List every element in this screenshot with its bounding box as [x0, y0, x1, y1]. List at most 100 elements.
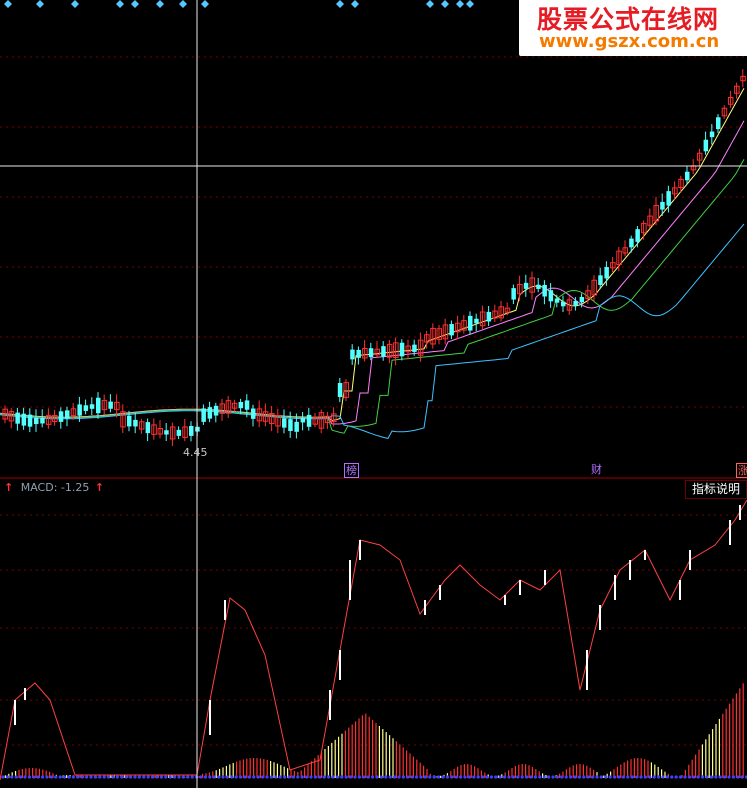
baseline-dot — [542, 775, 546, 779]
candle-body — [108, 401, 113, 409]
baseline-dot — [155, 775, 159, 779]
indicator-help-button[interactable]: 指标说明 — [684, 480, 747, 499]
baseline-dot — [674, 775, 678, 779]
diamond-marker — [201, 0, 209, 8]
diamond-marker — [441, 0, 449, 8]
arrow-up-icon: ↑ — [94, 481, 105, 494]
baseline-dot — [714, 775, 718, 779]
candle-body — [282, 418, 287, 428]
baseline-dot — [133, 775, 137, 779]
baseline-dot — [36, 775, 40, 779]
baseline-dot — [630, 775, 634, 779]
candle-body — [133, 419, 138, 427]
baseline-dot — [516, 775, 520, 779]
baseline-dot — [705, 775, 709, 779]
baseline-dot — [696, 775, 700, 779]
baseline-dot — [142, 775, 146, 779]
candle-body — [511, 288, 516, 300]
baseline-dot — [661, 775, 665, 779]
macd-line — [0, 499, 747, 781]
baseline-dot — [203, 775, 207, 779]
baseline-dot — [344, 775, 348, 779]
candle-body — [244, 400, 250, 410]
baseline-dot — [555, 775, 560, 779]
baseline-dot — [247, 775, 251, 779]
baseline-dot — [208, 775, 212, 779]
macd-header: ↑ MACD: -1.25 ↑ — [0, 481, 104, 497]
baseline-dot — [115, 775, 119, 779]
baseline-dot — [256, 775, 260, 779]
low-price-label: 4.45 — [183, 446, 208, 459]
candle-body — [34, 417, 39, 425]
baseline-dot — [635, 775, 639, 779]
baseline-dot — [274, 775, 278, 779]
baseline-dot — [234, 775, 238, 779]
macd-bars — [1, 683, 744, 778]
baseline-dot — [80, 775, 84, 779]
baseline-dot — [98, 775, 102, 779]
baseline-dot — [287, 775, 291, 779]
baseline-dot — [322, 775, 326, 779]
diamond-marker — [456, 0, 464, 8]
baseline-dot — [511, 775, 515, 779]
baseline-dot — [718, 775, 722, 779]
baseline-dot — [291, 775, 295, 779]
baseline-dot — [212, 775, 216, 779]
baseline-dot — [498, 775, 502, 779]
baseline-dot — [327, 775, 331, 779]
diamond-marker — [351, 0, 359, 8]
baseline-dot — [670, 775, 674, 779]
candle-body — [294, 421, 299, 432]
candle-body — [300, 417, 306, 423]
baseline-dot — [335, 775, 339, 779]
candle-body — [145, 422, 151, 434]
baseline-dot — [76, 775, 80, 779]
baseline-dot — [450, 775, 454, 779]
candle-body — [251, 408, 256, 419]
macd-lines — [0, 499, 747, 781]
baseline-dot — [494, 775, 498, 779]
baseline-dot — [239, 775, 243, 779]
candle-body — [40, 418, 45, 424]
moving-average-lines — [0, 87, 745, 439]
baseline-dot — [643, 775, 648, 779]
baseline-dot — [313, 775, 317, 779]
baseline-dot — [459, 775, 463, 779]
baseline-dot — [384, 775, 388, 779]
baseline-dot — [665, 775, 670, 779]
baseline-dot — [278, 775, 282, 779]
baseline-dot — [613, 775, 617, 779]
candle-body — [703, 139, 709, 152]
chart-canvas — [0, 0, 747, 788]
baseline-dot — [129, 775, 133, 779]
baseline-dot — [181, 775, 185, 779]
baseline-dot — [727, 775, 731, 779]
baseline-dot — [564, 775, 568, 779]
candle-body — [189, 425, 194, 436]
candle-body — [629, 238, 634, 248]
candle-body — [685, 171, 690, 181]
candle-body — [77, 404, 82, 416]
candle-body — [561, 301, 566, 307]
baseline-dot — [89, 775, 93, 779]
baseline-dot — [261, 775, 265, 779]
baseline-dot — [503, 775, 507, 779]
watermark-url: www.gszx.com.cn — [539, 31, 720, 52]
candle-body — [412, 344, 417, 352]
baseline-dot — [168, 775, 172, 779]
baseline-dot — [199, 775, 203, 779]
baseline-dot — [463, 775, 467, 779]
baseline-dot — [159, 775, 163, 779]
baseline-dot — [406, 775, 410, 779]
candle-body — [127, 415, 132, 427]
baseline-dot — [14, 775, 18, 779]
candle-body — [337, 383, 343, 397]
baseline-dot — [331, 775, 335, 779]
baseline-dot — [93, 775, 97, 779]
diamond-marker — [336, 0, 344, 8]
baseline-dot — [63, 775, 67, 779]
baseline-dot — [740, 775, 744, 779]
baseline-dot — [586, 775, 590, 779]
baseline-dot — [397, 775, 401, 779]
baseline-dot — [309, 775, 313, 779]
